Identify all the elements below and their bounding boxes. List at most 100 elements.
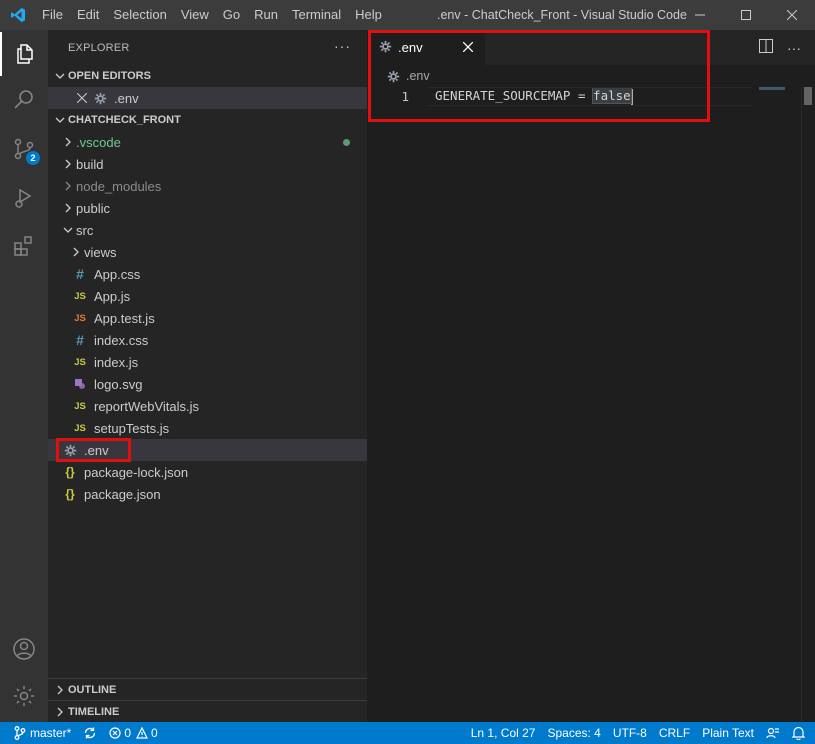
problems-status[interactable]: 0 0 — [103, 722, 163, 744]
indentation[interactable]: Spaces: 4 — [541, 722, 606, 744]
chevron-right-icon — [60, 137, 76, 147]
branch-status[interactable]: master* — [0, 722, 77, 744]
menu-help[interactable]: Help — [348, 0, 389, 30]
cursor-position[interactable]: Ln 1, Col 27 — [465, 722, 542, 744]
chevron-right-icon — [60, 203, 76, 213]
outline-section[interactable]: OUTLINE — [48, 678, 367, 700]
minimize-icon — [695, 14, 705, 16]
tree-item-vscode[interactable]: .vscode — [48, 131, 367, 153]
code-area[interactable]: 1 GENERATE_SOURCEMAP = false — [367, 87, 815, 106]
more-actions-icon[interactable]: ··· — [787, 40, 801, 56]
source-control-button[interactable]: 2 — [0, 127, 48, 171]
timeline-section[interactable]: TIMELINE — [48, 700, 367, 722]
extensions-button[interactable] — [0, 224, 48, 268]
breadcrumb[interactable]: .env — [367, 65, 815, 87]
split-editor-icon[interactable] — [759, 39, 773, 56]
tree-item-label: setupTests.js — [94, 420, 170, 436]
tree-item-app-css[interactable]: # App.css — [48, 263, 367, 285]
gear-icon — [387, 70, 400, 83]
modified-dot-icon — [343, 139, 350, 146]
close-editor-icon[interactable] — [74, 93, 90, 103]
css-file-icon: # — [76, 332, 84, 348]
tree-item-public[interactable]: public — [48, 197, 367, 219]
menu-edit[interactable]: Edit — [70, 0, 106, 30]
settings-gear-icon — [14, 686, 34, 706]
open-editor-label: .env — [114, 90, 139, 106]
tab-env[interactable]: .env — [367, 30, 485, 65]
tree-item-node-modules[interactable]: node_modules — [48, 175, 367, 197]
maximize-button[interactable] — [723, 0, 769, 30]
more-actions-icon[interactable]: ··· — [334, 38, 351, 54]
tree-item-views[interactable]: views — [48, 241, 367, 263]
menu-terminal[interactable]: Terminal — [285, 0, 348, 30]
tree-item-index-js[interactable]: JS index.js — [48, 351, 367, 373]
tree-item-label: src — [76, 222, 94, 238]
project-title: CHATCHECK_FRONT — [68, 114, 181, 126]
tree-item-index-css[interactable]: # index.css — [48, 329, 367, 351]
tree-item-label: logo.svg — [94, 376, 143, 392]
search-button[interactable] — [0, 78, 48, 122]
svg-file-icon — [72, 378, 88, 390]
feedback-button[interactable] — [760, 722, 786, 744]
minimap[interactable] — [759, 87, 785, 90]
minimize-button[interactable] — [677, 0, 723, 30]
branch-name: master* — [30, 726, 72, 740]
manage-button[interactable] — [0, 674, 48, 718]
tree-item-app-test-js[interactable]: JS App.test.js — [48, 307, 367, 329]
project-section[interactable]: CHATCHECK_FRONT — [48, 109, 367, 131]
tree-item-package-lock-json[interactable]: {} package-lock.json — [48, 461, 367, 483]
language-mode[interactable]: Plain Text — [696, 722, 760, 744]
explorer-header: EXPLORER ··· — [48, 30, 367, 65]
tree-item-label: package-lock.json — [84, 464, 189, 480]
tree-item-setup-tests-js[interactable]: JS setupTests.js — [48, 417, 367, 439]
warning-count: 0 — [151, 726, 158, 740]
window-title: .env - ChatCheck_Front - Visual Studio C… — [437, 8, 687, 22]
tree-item-logo-svg[interactable]: logo.svg — [48, 373, 367, 395]
encoding[interactable]: UTF-8 — [607, 722, 653, 744]
tree-item-app-js[interactable]: JS App.js — [48, 285, 367, 307]
current-line-highlight — [427, 87, 752, 106]
end-of-line[interactable]: CRLF — [653, 722, 696, 744]
chevron-down-icon — [52, 115, 68, 125]
status-right: Ln 1, Col 27 Spaces: 4 UTF-8 CRLF Plain … — [465, 722, 815, 744]
tree-item-package-json[interactable]: {} package.json — [48, 483, 367, 505]
tree-item-label: App.css — [94, 266, 141, 282]
js-file-icon: JS — [74, 422, 86, 434]
error-icon — [109, 727, 121, 739]
open-editors-section[interactable]: OPEN EDITORS — [48, 65, 367, 87]
tree-item-label: public — [76, 200, 110, 216]
feedback-icon — [766, 727, 779, 739]
tab-label: .env — [398, 40, 423, 55]
tree-item-env[interactable]: .env — [48, 439, 367, 461]
timeline-title: TIMELINE — [68, 705, 120, 718]
tree-item-src[interactable]: src — [48, 219, 367, 241]
vertical-scrollbar[interactable] — [801, 87, 815, 722]
menu-bar: File Edit Selection View Go Run Terminal… — [35, 0, 389, 30]
tree-item-label: node_modules — [76, 178, 162, 194]
open-editor-item[interactable]: .env — [48, 87, 367, 109]
tree-item-report-web-vitals-js[interactable]: JS reportWebVitals.js — [48, 395, 367, 417]
chevron-right-icon — [68, 247, 84, 257]
editor-actions: ··· — [759, 39, 801, 56]
editor-tabs: .env ··· — [367, 30, 815, 65]
notifications-button[interactable] — [786, 722, 815, 744]
menu-view[interactable]: View — [174, 0, 216, 30]
account-button[interactable] — [0, 627, 48, 671]
git-branch-icon — [14, 726, 26, 740]
menu-selection[interactable]: Selection — [106, 0, 173, 30]
menu-file[interactable]: File — [35, 0, 70, 30]
close-tab-icon[interactable] — [459, 38, 477, 56]
breadcrumb-file: .env — [406, 69, 430, 83]
scrollbar-thumb[interactable] — [804, 87, 812, 105]
outline-title: OUTLINE — [68, 683, 117, 696]
tree-item-build[interactable]: build — [48, 153, 367, 175]
explorer-button[interactable] — [0, 32, 48, 76]
close-window-button[interactable] — [769, 0, 815, 30]
account-icon — [13, 638, 35, 660]
tree-item-label: reportWebVitals.js — [94, 398, 200, 414]
run-debug-button[interactable] — [0, 176, 48, 220]
status-bar: master* 0 0 Ln 1, Col 27 Spaces: 4 UTF-8… — [0, 722, 815, 744]
menu-go[interactable]: Go — [216, 0, 247, 30]
sync-status[interactable] — [77, 722, 103, 744]
menu-run[interactable]: Run — [247, 0, 285, 30]
